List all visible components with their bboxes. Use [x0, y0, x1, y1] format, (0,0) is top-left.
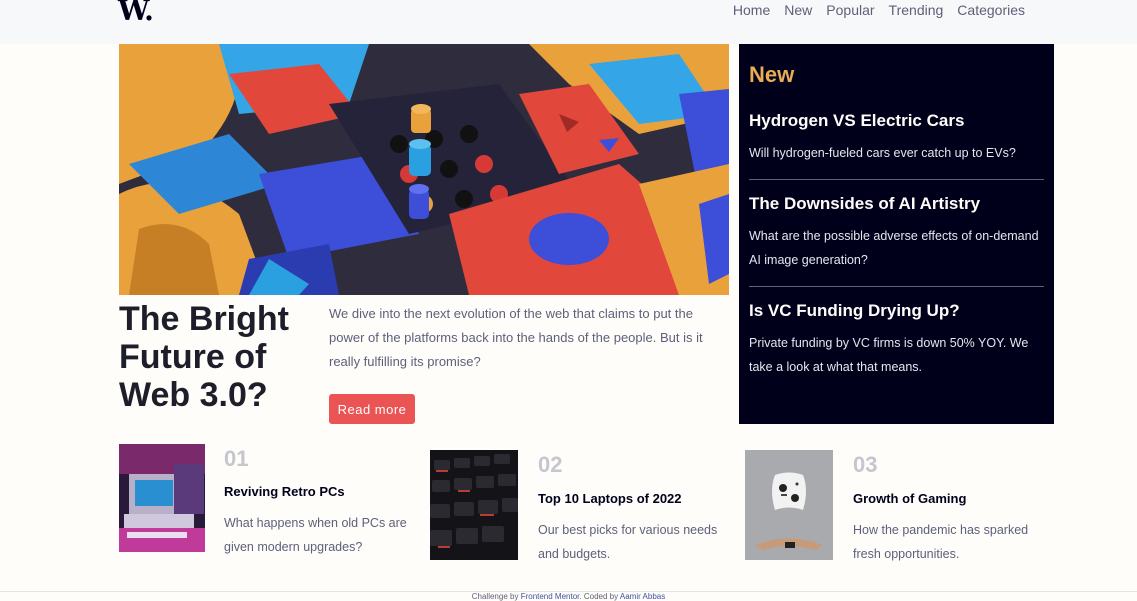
main-nav: Home New Popular Trending Categories [733, 2, 1025, 18]
card-title[interactable]: Growth of Gaming [853, 491, 966, 506]
hero-description: We dive into the next evolution of the w… [329, 306, 703, 369]
new-item-title[interactable]: The Downsides of AI Artistry [749, 194, 1044, 214]
card-text: Our best picks for various needs and bud… [538, 523, 718, 561]
card-number: 01 [224, 446, 249, 471]
hero-title: The Bright Future of Web 3.0? [119, 300, 289, 414]
new-item-title[interactable]: Is VC Funding Drying Up? [749, 301, 1044, 321]
read-more-button[interactable]: Read more [329, 394, 415, 424]
footer-middle: . Coded by [579, 592, 619, 601]
nav-popular[interactable]: Popular [826, 2, 874, 18]
card-title[interactable]: Reviving Retro PCs [224, 484, 345, 499]
retro-pcs-image[interactable] [119, 444, 205, 552]
site-logo[interactable]: W. [118, 0, 154, 27]
author-link[interactable]: Aamir Abbas [620, 592, 665, 601]
card-number: 02 [538, 452, 563, 477]
hero-image [119, 44, 729, 295]
new-heading: New [749, 62, 795, 87]
new-item: Is VC Funding Drying Up? Private funding… [749, 301, 1044, 393]
new-item-text: Private funding by VC firms is down 50% … [749, 336, 1029, 374]
card-text: What happens when old PCs are given mode… [224, 516, 407, 554]
new-item-title[interactable]: Hydrogen VS Electric Cars [749, 111, 1044, 131]
nav-home[interactable]: Home [733, 2, 770, 18]
top-bar: W. Home New Popular Trending Categories [0, 0, 1137, 44]
footer-attribution: Challenge by Frontend Mentor. Coded by A… [0, 591, 1137, 601]
new-item: The Downsides of AI Artistry What are th… [749, 194, 1044, 287]
footer-prefix: Challenge by [471, 592, 519, 601]
card-number: 03 [853, 452, 878, 477]
frontend-mentor-link[interactable]: Frontend Mentor [521, 592, 580, 601]
new-item-text: Will hydrogen-fueled cars ever catch up … [749, 146, 1016, 160]
new-articles-panel: New Hydrogen VS Electric Cars Will hydro… [739, 44, 1054, 424]
card-title[interactable]: Top 10 Laptops of 2022 [538, 491, 682, 506]
gaming-image[interactable] [745, 450, 833, 560]
card-text: How the pandemic has sparked fresh oppor… [853, 523, 1029, 561]
nav-categories[interactable]: Categories [957, 2, 1025, 18]
laptops-image[interactable] [430, 450, 518, 560]
new-item-text: What are the possible adverse effects of… [749, 229, 1039, 267]
nav-trending[interactable]: Trending [889, 2, 944, 18]
new-item: Hydrogen VS Electric Cars Will hydrogen-… [749, 111, 1044, 180]
nav-new[interactable]: New [784, 2, 812, 18]
